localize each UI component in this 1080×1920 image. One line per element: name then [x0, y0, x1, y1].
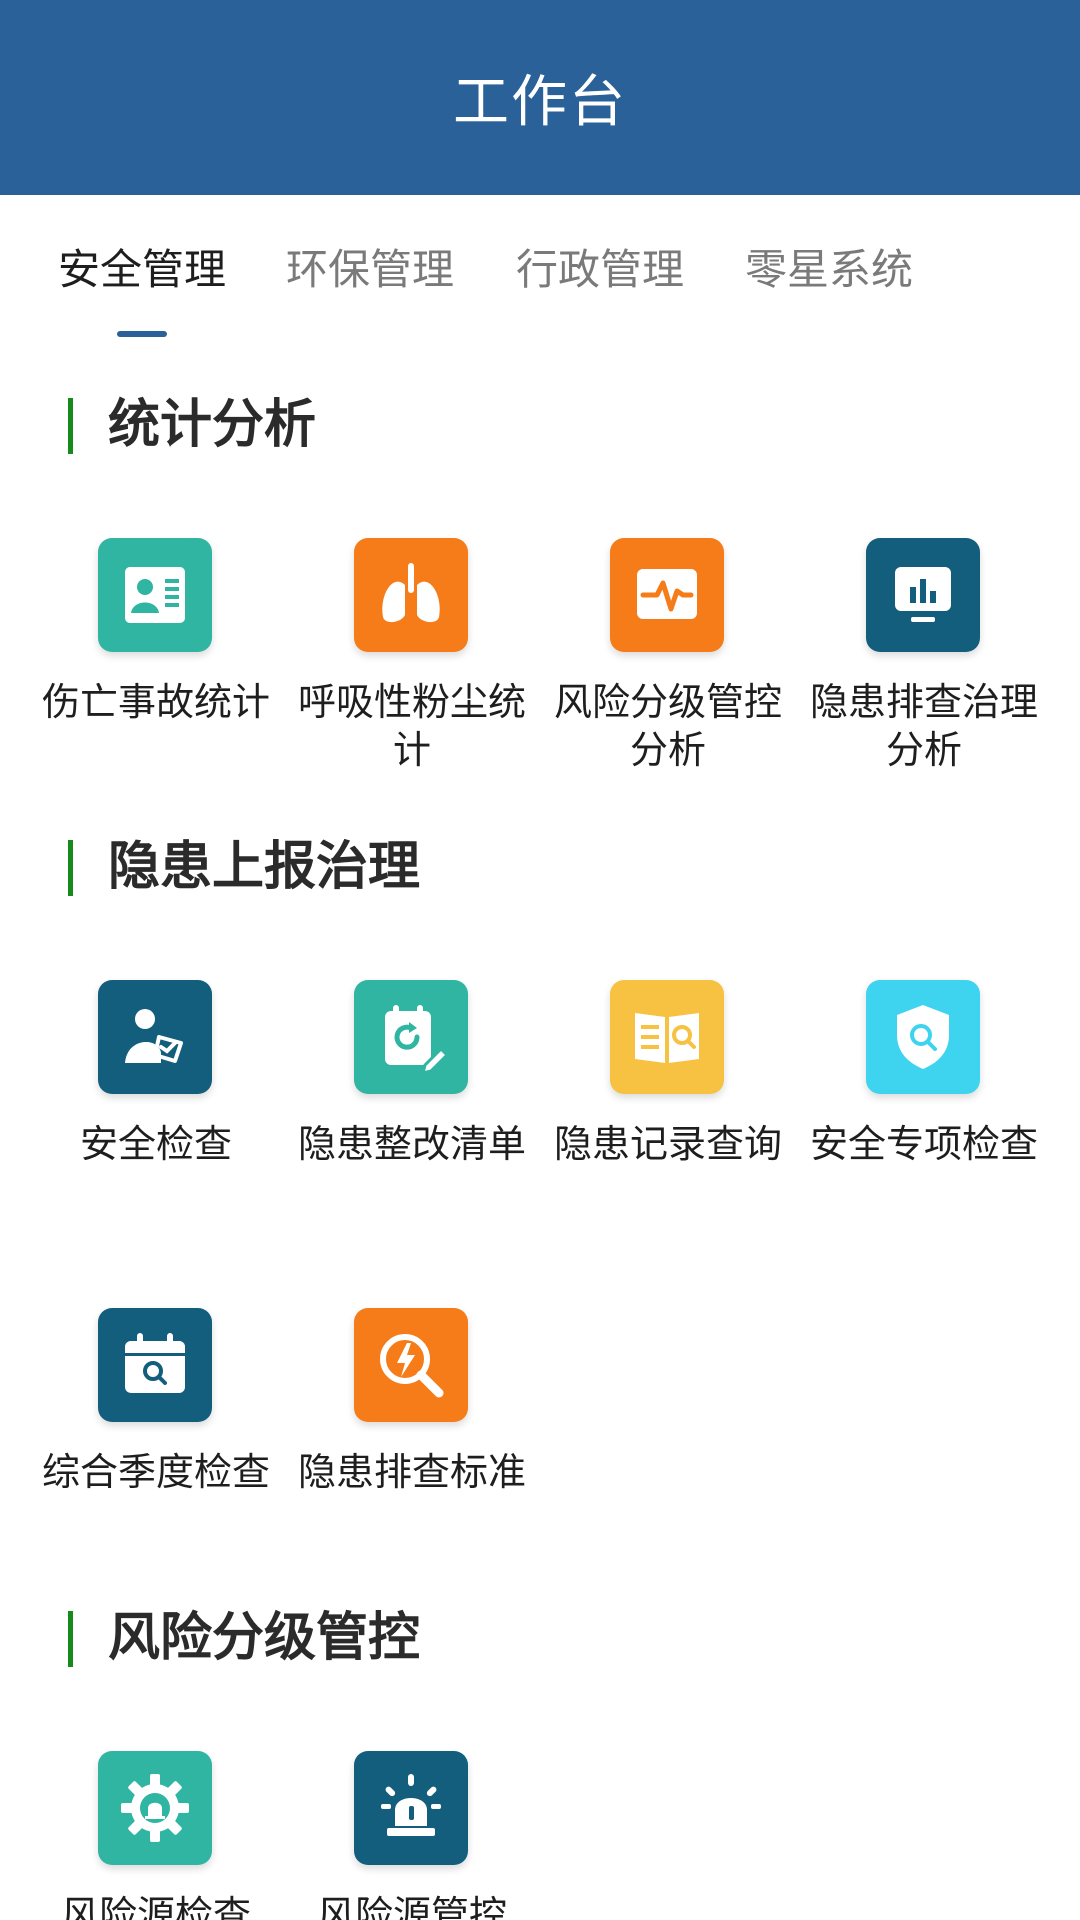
tab-administrative-management[interactable]: 行政管理 [516, 236, 684, 297]
category-tabs: 安全管理 环保管理 行政管理 零星系统 [0, 236, 1080, 346]
tab-environmental-management[interactable]: 环保管理 [286, 236, 454, 297]
book-search-icon [610, 980, 724, 1094]
grid-item-label: 隐患整改清单 [297, 1122, 526, 1166]
grid-item-label: 安全检查 [79, 1122, 232, 1166]
section-title: 统计分析 [108, 395, 317, 455]
page-title: 工作台 [453, 70, 627, 135]
grid-item-label: 隐患记录查询 [553, 1122, 782, 1166]
active-tab-indicator [117, 331, 167, 337]
section-header-statistics: 统计分析 [0, 390, 1080, 460]
grid-item-label: 风险源管控 [316, 1893, 507, 1920]
id-card-icon [98, 538, 212, 652]
grid-item-label: 呼吸性粉尘统计 [297, 680, 526, 772]
bar-chart-monitor-icon [866, 538, 980, 652]
grid-item-label: 安全专项检查 [809, 1122, 1038, 1166]
tab-safety-management[interactable]: 安全管理 [58, 236, 226, 297]
top-bar: 工作台 [0, 0, 1080, 195]
refresh-clipboard-icon [354, 980, 468, 1094]
grid-item-label: 风险源检查 [60, 1893, 251, 1920]
tab-miscellaneous-system[interactable]: 零星系统 [745, 236, 913, 297]
section-title: 隐患上报治理 [108, 837, 421, 897]
section-accent-bar [68, 398, 73, 454]
section-header-hazard-reporting: 隐患上报治理 [0, 832, 1080, 902]
grid-item-label: 隐患排查治理分析 [809, 680, 1038, 772]
section-title: 风险分级管控 [108, 1608, 421, 1668]
calendar-search-icon [98, 1308, 212, 1422]
pulse-monitor-icon [610, 538, 724, 652]
inspector-clipboard-icon [98, 980, 212, 1094]
grid-item-label: 隐患排查标准 [297, 1450, 526, 1494]
grid-item-label: 伤亡事故统计 [41, 680, 270, 724]
workbench-page: 工作台 安全管理 环保管理 行政管理 零星系统 统计分析 伤亡事故统计 呼吸性粉… [0, 0, 1080, 1920]
shield-search-icon [866, 980, 980, 1094]
grid-item-label: 风险分级管控分析 [553, 680, 782, 772]
lungs-icon [354, 538, 468, 652]
lightning-search-icon [354, 1308, 468, 1422]
gear-alarm-icon [98, 1751, 212, 1865]
siren-icon [354, 1751, 468, 1865]
section-header-risk-control: 风险分级管控 [0, 1603, 1080, 1673]
grid-item-label: 综合季度检查 [41, 1450, 270, 1494]
section-accent-bar [68, 840, 73, 896]
section-accent-bar [68, 1611, 73, 1667]
